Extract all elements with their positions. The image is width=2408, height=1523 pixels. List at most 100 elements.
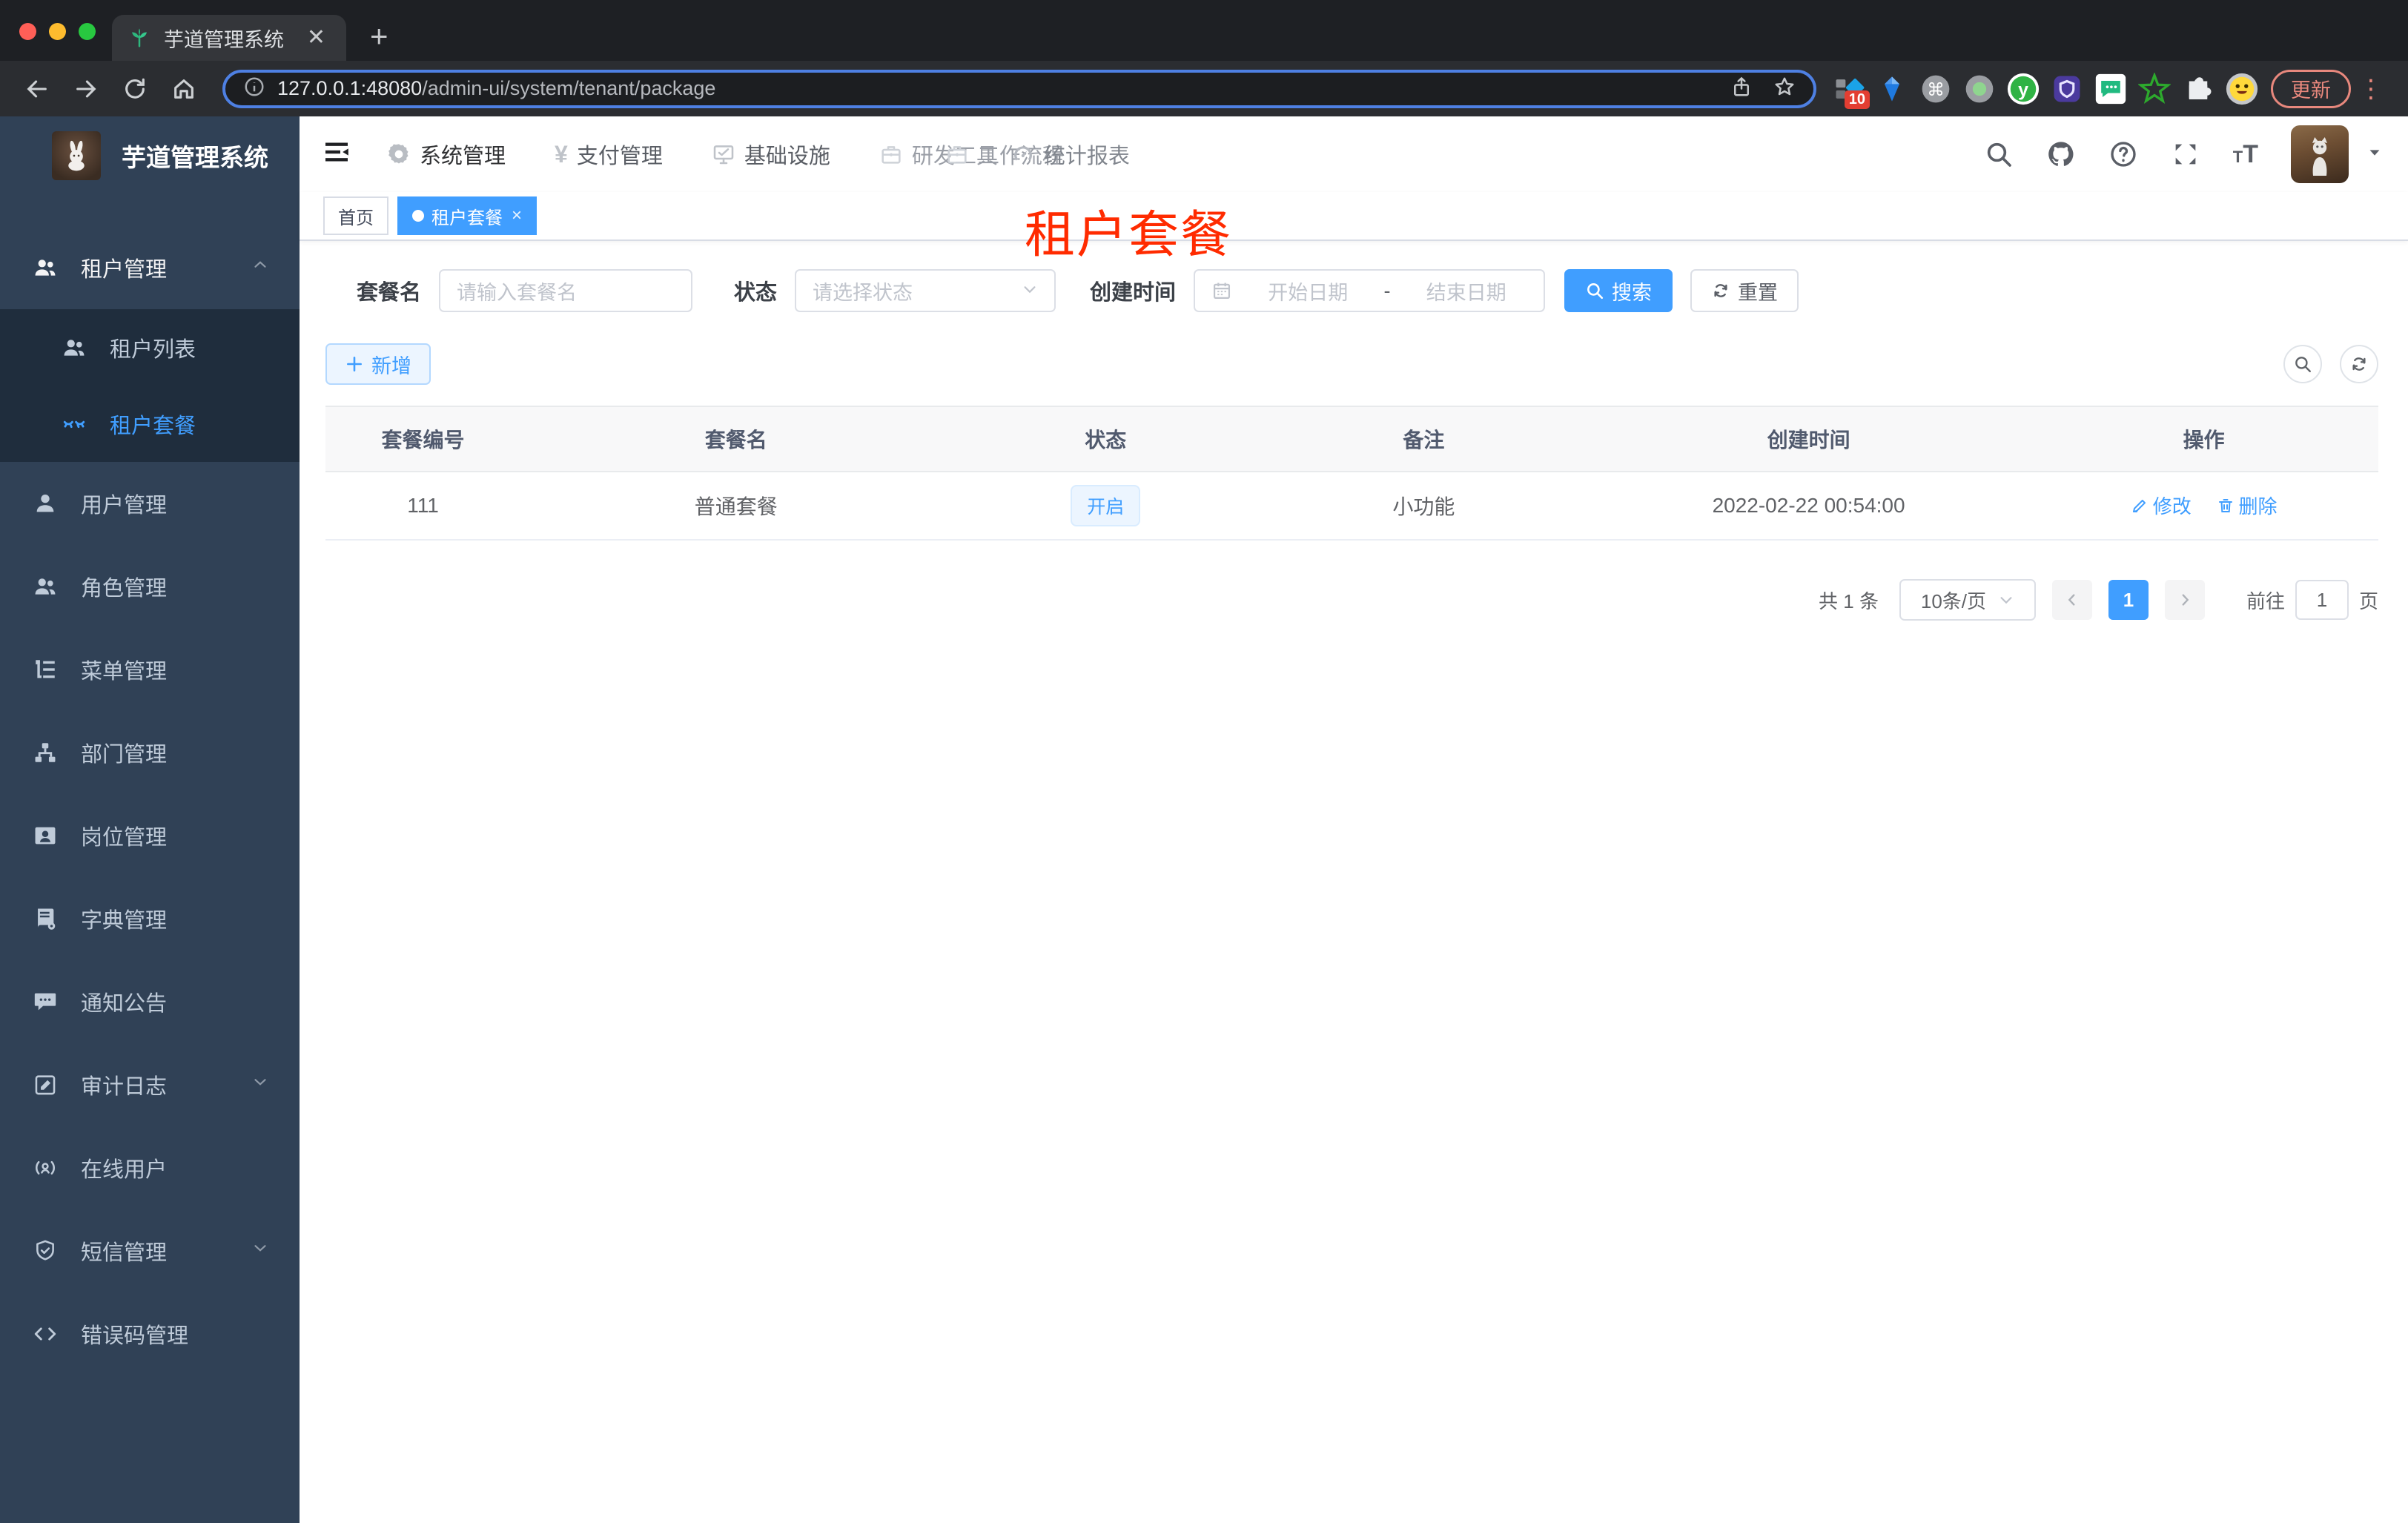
extension-gray-green-dot-icon[interactable] — [1962, 72, 1997, 106]
briefcase-icon — [879, 142, 903, 166]
show-search-toggle-icon[interactable] — [2283, 345, 2322, 383]
sidebar-item-menu-management[interactable]: 菜单管理 — [0, 628, 300, 711]
sidebar-item-tenant-package[interactable]: 租户套餐 — [0, 386, 300, 462]
delete-link[interactable]: 删除 — [2217, 492, 2278, 519]
sidebar-item-online-users[interactable]: 在线用户 — [0, 1126, 300, 1209]
package-name-input[interactable]: 请输入套餐名 — [439, 269, 693, 312]
sidebar-item-label: 用户管理 — [81, 494, 168, 518]
page-size-select[interactable]: 10条/页 — [1899, 579, 2036, 621]
app-navbar: 系统管理 ¥ 支付管理 基础设施 研发工具 工作流程 统计报表 TT — [300, 116, 2408, 192]
minimize-window-button[interactable] — [49, 23, 66, 40]
select-placeholder: 请选择状态 — [813, 281, 913, 304]
sidebar-item-dict-management[interactable]: 字典管理 — [0, 877, 300, 960]
chevron-down-icon — [1998, 592, 2014, 608]
sidebar-item-notice[interactable]: 通知公告 — [0, 960, 300, 1043]
extension-grid-diamond-icon[interactable]: 10 — [1831, 72, 1870, 109]
sidebar-item-tenant-management[interactable]: 租户管理 — [0, 226, 300, 309]
sidebar-collapse-icon[interactable] — [322, 137, 356, 171]
active-dot — [412, 210, 424, 222]
sidebar-item-label: 在线用户 — [81, 1158, 168, 1182]
tag-tenant-package[interactable]: 租户套餐 × — [397, 196, 538, 235]
search-icon[interactable] — [1984, 139, 2014, 169]
tag-home[interactable]: 首页 — [323, 196, 388, 235]
svg-text:⌘: ⌘ — [1927, 80, 1945, 100]
extension-blue-gem-icon[interactable] — [1875, 72, 1909, 106]
sidebar-item-role-management[interactable]: 角色管理 — [0, 545, 300, 628]
extension-command-icon[interactable]: ⌘ — [1919, 72, 1953, 106]
sidebar-item-tenant-list[interactable]: 租户列表 — [0, 309, 300, 386]
delete-link-label: 删除 — [2238, 495, 2278, 518]
reload-icon[interactable] — [116, 70, 154, 108]
goto-page-input[interactable] — [2295, 580, 2349, 620]
sidebar-logo[interactable]: 芋道管理系统 — [0, 116, 300, 195]
goto-prefix: 前往 — [2246, 589, 2285, 612]
refresh-table-icon[interactable] — [2340, 345, 2378, 383]
extension-icons: 10 ⌘ y — [1831, 72, 2259, 109]
close-window-button[interactable] — [19, 23, 36, 40]
add-button[interactable]: 新增 — [325, 343, 431, 385]
sidebar-item-label: 短信管理 — [81, 1241, 168, 1265]
date-range-picker[interactable]: 开始日期 - 结束日期 — [1194, 269, 1546, 312]
page-number-1[interactable]: 1 — [2108, 580, 2149, 620]
tab-close-icon[interactable]: ✕ — [302, 25, 330, 50]
sidebar-item-error-code[interactable]: 错误码管理 — [0, 1292, 300, 1375]
top-nav-system[interactable]: 系统管理 — [387, 139, 506, 170]
sidebar-item-sms-management[interactable]: 短信管理 — [0, 1209, 300, 1292]
tag-close-icon[interactable]: × — [512, 207, 522, 225]
sidebar-item-post-management[interactable]: 岗位管理 — [0, 794, 300, 877]
table-header-row: 套餐编号 套餐名 状态 备注 创建时间 操作 — [325, 406, 2378, 472]
home-icon[interactable] — [165, 70, 203, 108]
extension-green-y-icon[interactable]: y — [2006, 72, 2040, 106]
next-page-button[interactable] — [2164, 580, 2205, 620]
browser-menu-icon[interactable]: ⋮ — [2358, 74, 2384, 104]
extension-purple-shield-icon[interactable] — [2050, 72, 2084, 106]
reset-button[interactable]: 重置 — [1690, 269, 1799, 312]
dashboard-icon — [1011, 142, 1035, 166]
share-icon[interactable] — [1730, 76, 1753, 102]
zoom-window-button[interactable] — [79, 23, 96, 40]
sidebar-item-user-management[interactable]: 用户管理 — [0, 462, 300, 545]
back-icon[interactable] — [18, 70, 56, 108]
fullscreen-icon[interactable] — [2171, 139, 2200, 169]
browser-tab[interactable]: 芋道管理系统 ✕ — [112, 15, 346, 61]
extension-green-chat-icon[interactable] — [2094, 72, 2128, 106]
sidebar-item-label: 字典管理 — [81, 909, 168, 933]
extension-puzzle-icon[interactable] — [2181, 72, 2215, 106]
calendar-icon — [1211, 280, 1232, 301]
tags-view: 首页 租户套餐 × — [300, 192, 2408, 241]
extension-green-star-icon[interactable] — [2137, 72, 2172, 106]
status-select[interactable]: 请选择状态 — [795, 269, 1056, 312]
search-button[interactable]: 搜索 — [1564, 269, 1673, 312]
edit-link[interactable]: 修改 — [2131, 492, 2192, 519]
help-icon[interactable] — [2108, 139, 2138, 169]
sidebar-item-label: 角色管理 — [81, 577, 168, 601]
github-icon[interactable] — [2046, 139, 2076, 169]
sidebar-item-audit-log[interactable]: 审计日志 — [0, 1043, 300, 1126]
top-nav-dev-tools[interactable]: 研发工具 — [879, 145, 998, 168]
top-nav-payment[interactable]: ¥ 支付管理 — [555, 139, 663, 170]
new-tab-button[interactable]: + — [363, 21, 396, 52]
sidebar-item-dept-management[interactable]: 部门管理 — [0, 711, 300, 794]
bookmark-star-icon[interactable] — [1773, 76, 1796, 102]
url-bar[interactable]: 127.0.0.1:48080/admin-ui/system/tenant/p… — [222, 69, 1816, 108]
forward-icon[interactable] — [67, 70, 105, 108]
top-nav-workflow[interactable]: 工作流程 — [945, 145, 1064, 168]
users-icon — [61, 334, 87, 361]
end-date-placeholder: 结束日期 — [1426, 281, 1506, 304]
status-badge: 开启 — [1071, 485, 1141, 526]
top-nav-infrastructure[interactable]: 基础设施 — [712, 139, 830, 170]
sidebar-item-label: 通知公告 — [81, 992, 168, 1016]
dictionary-icon — [32, 905, 59, 932]
sidebar-menu: 租户管理 租户列表 租户套餐 用户管理 角色管理 菜单管理 部门管理 岗位管理 … — [0, 195, 300, 1375]
prev-page-button[interactable] — [2051, 580, 2092, 620]
filter-form: 套餐名 请输入套餐名 状态 请选择状态 创建时间 开始日期 - 结束日期 搜索 … — [357, 269, 2378, 312]
top-nav-reports[interactable]: 统计报表 — [1011, 139, 1130, 170]
page-info-icon[interactable] — [243, 76, 265, 102]
avatar[interactable] — [2291, 125, 2349, 183]
avatar-caret-icon[interactable] — [2366, 145, 2383, 165]
chrome-update-button[interactable]: 更新 — [2271, 69, 2351, 108]
navbar-right: TT — [1984, 125, 2408, 183]
extension-emoji-icon[interactable] — [2225, 72, 2259, 106]
cell-created-time: 2022-02-22 00:54:00 — [1587, 472, 2030, 541]
font-size-icon[interactable]: TT — [2233, 142, 2258, 167]
